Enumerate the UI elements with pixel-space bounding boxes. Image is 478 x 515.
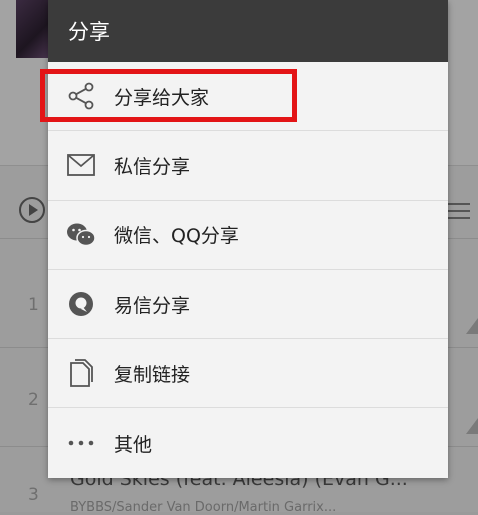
- wechat-icon: [66, 220, 96, 250]
- copy-icon: [66, 358, 96, 388]
- copy-link-item[interactable]: 复制链接: [48, 339, 448, 409]
- play-all-icon[interactable]: [18, 196, 46, 224]
- dialog-title: 分享: [48, 0, 448, 62]
- yixin-share-label: 易信分享: [114, 294, 191, 317]
- share-icon: [66, 81, 96, 111]
- album-art: [16, 0, 50, 58]
- wechat-qq-share-item[interactable]: 微信、QQ分享: [48, 201, 448, 270]
- list-menu-icon[interactable]: [448, 200, 470, 222]
- copy-link-label: 复制链接: [114, 363, 191, 386]
- yixin-icon: [66, 289, 96, 319]
- share-to-everyone-item[interactable]: 分享给大家: [48, 62, 448, 132]
- track-number: 3: [28, 485, 39, 505]
- mail-icon: [66, 150, 96, 180]
- item-menu-icon[interactable]: [466, 418, 478, 434]
- item-menu-icon[interactable]: [466, 318, 478, 334]
- yixin-share-item[interactable]: 易信分享: [48, 270, 448, 340]
- other-share-item[interactable]: 其他: [48, 408, 448, 477]
- share-to-everyone-label: 分享给大家: [114, 86, 210, 109]
- track-number: 1: [28, 295, 39, 315]
- share-dialog: 分享 分享给大家 私信分享 微信、QQ分享 易信分享 复制链接 其他: [48, 0, 448, 478]
- song-artist: BYBBS/Sander Van Doorn/Martin Garrix...: [70, 500, 337, 515]
- private-message-share-label: 私信分享: [114, 155, 191, 178]
- private-message-share-item[interactable]: 私信分享: [48, 131, 448, 201]
- other-share-label: 其他: [114, 433, 153, 456]
- track-number: 2: [28, 390, 39, 410]
- more-icon: [66, 428, 96, 458]
- wechat-qq-share-label: 微信、QQ分享: [114, 225, 239, 248]
